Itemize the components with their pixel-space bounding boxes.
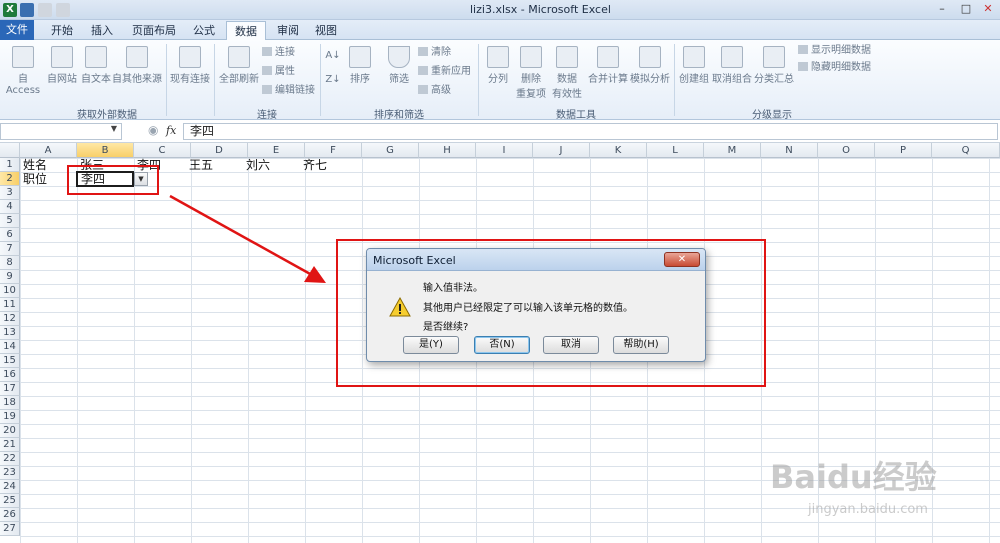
warning-icon	[389, 297, 411, 317]
dialog-title-bar: Microsoft Excel ✕	[367, 249, 705, 271]
yes-button[interactable]: 是(Y)	[403, 336, 459, 354]
watermark-brand: Baidu经验	[770, 458, 937, 496]
dialog-message-line1: 输入值非法。	[423, 283, 483, 294]
cancel-button[interactable]: 取消	[543, 336, 599, 354]
dialog-message-line2: 其他用户已经限定了可以输入该单元格的数值。	[423, 303, 633, 314]
help-button[interactable]: 帮助(H)	[613, 336, 669, 354]
error-dialog: Microsoft Excel ✕ 输入值非法。 其他用户已经限定了可以输入该单…	[366, 248, 706, 362]
dialog-close-icon[interactable]: ✕	[664, 252, 700, 267]
dialog-title: Microsoft Excel	[373, 254, 456, 267]
dialog-message-line3: 是否继续?	[423, 322, 469, 333]
no-button[interactable]: 否(N)	[474, 336, 530, 354]
watermark-url: jingyan.baidu.com	[808, 502, 928, 517]
